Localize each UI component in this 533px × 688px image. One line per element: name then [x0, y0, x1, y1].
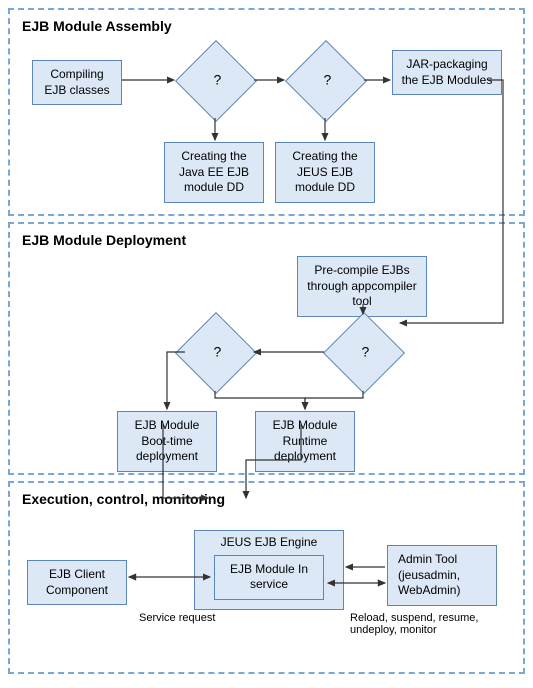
engine-title: JEUS EJB Engine	[203, 535, 335, 551]
service-box: EJB Module In service	[214, 555, 324, 600]
engine-box: JEUS EJB Engine EJB Module In service	[194, 530, 344, 610]
dd2-box: Creating the JEUS EJB module DD	[275, 142, 375, 203]
compile-box: Compiling EJB classes	[32, 60, 122, 105]
deploy-section: EJB Module Deployment Pre-compile EJBs t…	[8, 222, 525, 475]
ops-label: Reload, suspend, resume, undeploy, monit…	[350, 612, 500, 636]
deploy-title: EJB Module Deployment	[22, 232, 511, 248]
jar-box: JAR-packaging the EJB Modules	[392, 50, 502, 95]
dd1-box: Creating the Java EE EJB module DD	[164, 142, 264, 203]
runtime-box: EJB Module Runtime deployment	[255, 411, 355, 472]
assembly-section: EJB Module Assembly Compiling EJB classe…	[8, 8, 525, 216]
precompile-box: Pre-compile EJBs through appcompiler too…	[297, 256, 427, 317]
boot-box: EJB Module Boot-time deployment	[117, 411, 217, 472]
service-request-label: Service request	[139, 612, 215, 624]
assembly-title: EJB Module Assembly	[22, 18, 511, 34]
client-box: EJB Client Component	[27, 560, 127, 605]
deploy-decision-2: ?	[323, 312, 405, 394]
admin-box: Admin Tool (jeusadmin, WebAdmin)	[387, 545, 497, 606]
deploy-decision-1: ?	[175, 312, 257, 394]
exec-section: Execution, control, monitoring EJB Clien…	[8, 481, 525, 674]
decision-1: ?	[175, 40, 257, 122]
exec-title: Execution, control, monitoring	[22, 491, 511, 507]
decision-2: ?	[285, 40, 367, 122]
